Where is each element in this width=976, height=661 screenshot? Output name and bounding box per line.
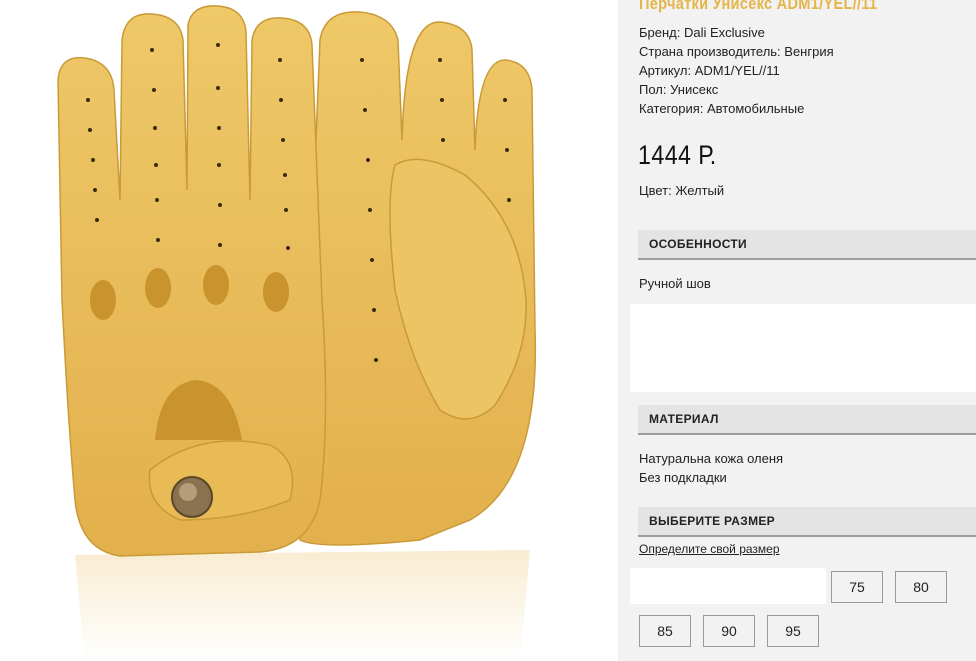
size-option-80[interactable]: 80: [895, 571, 947, 603]
size-header-label: ВЫБЕРИТЕ РАЗМЕР: [649, 514, 775, 528]
spec-category: Категория: Автомобильные: [639, 101, 805, 116]
features-header: ОСОБЕННОСТИ: [638, 230, 976, 260]
product-color: Цвет: Желтый: [639, 183, 725, 198]
product-title: Перчатки Унисекс ADM1/YEL//11: [639, 0, 878, 13]
spec-article: Артикул: ADM1/YEL//11: [639, 63, 780, 78]
spec-gender: Пол: Унисекс: [639, 82, 719, 97]
features-blank-area: [630, 304, 976, 392]
product-price: 1444 Р.: [638, 140, 717, 170]
glove-product-image: [57, 5, 537, 661]
product-image[interactable]: [0, 0, 618, 661]
size-option-95[interactable]: 95: [767, 615, 819, 647]
material-header: МАТЕРИАЛ: [638, 405, 976, 435]
size-option-90[interactable]: 90: [703, 615, 755, 647]
size-guide-link[interactable]: Определите свой размер: [639, 542, 780, 556]
features-header-label: ОСОБЕННОСТИ: [649, 237, 747, 251]
spec-country: Страна производитель: Венгрия: [639, 44, 834, 59]
spec-brand: Бренд: Dali Exclusive: [639, 25, 765, 40]
features-text: Ручной шов: [639, 276, 711, 291]
size-option-75[interactable]: 75: [831, 571, 883, 603]
material-line-1: Натуральна кожа оленя: [639, 451, 784, 466]
size-header: ВЫБЕРИТЕ РАЗМЕР: [638, 507, 976, 537]
size-blank-area: [630, 568, 826, 604]
size-option-85[interactable]: 85: [639, 615, 691, 647]
material-header-label: МАТЕРИАЛ: [649, 412, 719, 426]
material-line-2: Без подкладки: [639, 470, 727, 485]
product-info-panel: Перчатки Унисекс ADM1/YEL//11 Бренд: Dal…: [618, 0, 976, 661]
